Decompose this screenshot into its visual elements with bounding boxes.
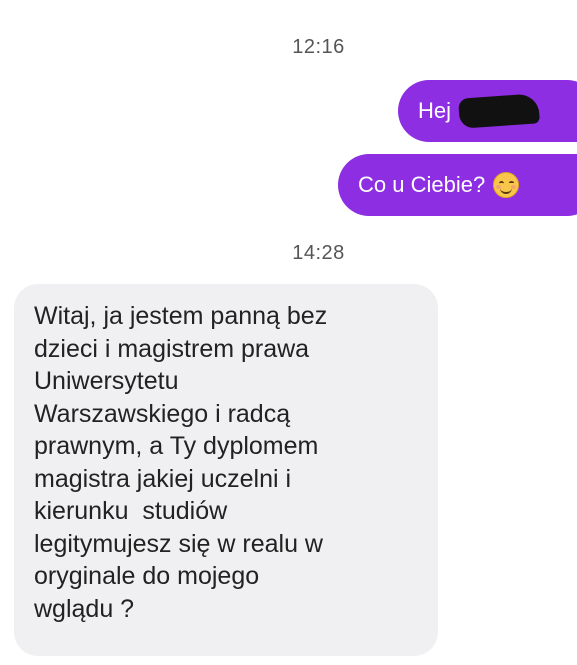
message-line: dzieci i magistrem prawa bbox=[34, 334, 310, 363]
message-line: prawnym, a Ty dyplomem bbox=[34, 432, 319, 460]
timestamp: 14:28 bbox=[292, 242, 345, 264]
incoming-message-bubble[interactable]: Witaj, ja jestem panną bez dzieci i magi… bbox=[14, 284, 438, 656]
timestamp: 12:16 bbox=[292, 36, 345, 58]
message-text: Co u Ciebie? bbox=[358, 172, 486, 197]
message-line: Uniwersytetu bbox=[34, 367, 179, 395]
message-line: legitymujesz się w realu w bbox=[34, 529, 323, 558]
smiling-face-emoji-icon bbox=[493, 172, 520, 198]
message-line: wglądu ? bbox=[34, 594, 135, 623]
message-text: Hej bbox=[418, 98, 452, 123]
outgoing-message-bubble[interactable]: Hej bbox=[398, 80, 577, 142]
redaction-mark bbox=[458, 93, 540, 129]
message-line: magistra jakiej uczelni i bbox=[34, 464, 292, 493]
outgoing-message-bubble[interactable]: Co u Ciebie? bbox=[338, 154, 577, 216]
message-line: kierunku studiów bbox=[34, 497, 228, 525]
chat-thread: 12:16 Hej Co u Ciebie? 14:28 Witaj, ja j… bbox=[0, 0, 577, 665]
message-line: Warszawskiego i radcą bbox=[34, 399, 291, 428]
message-line: Witaj, ja jestem panną bez bbox=[34, 302, 328, 330]
message-line: oryginale do mojego bbox=[34, 562, 260, 590]
